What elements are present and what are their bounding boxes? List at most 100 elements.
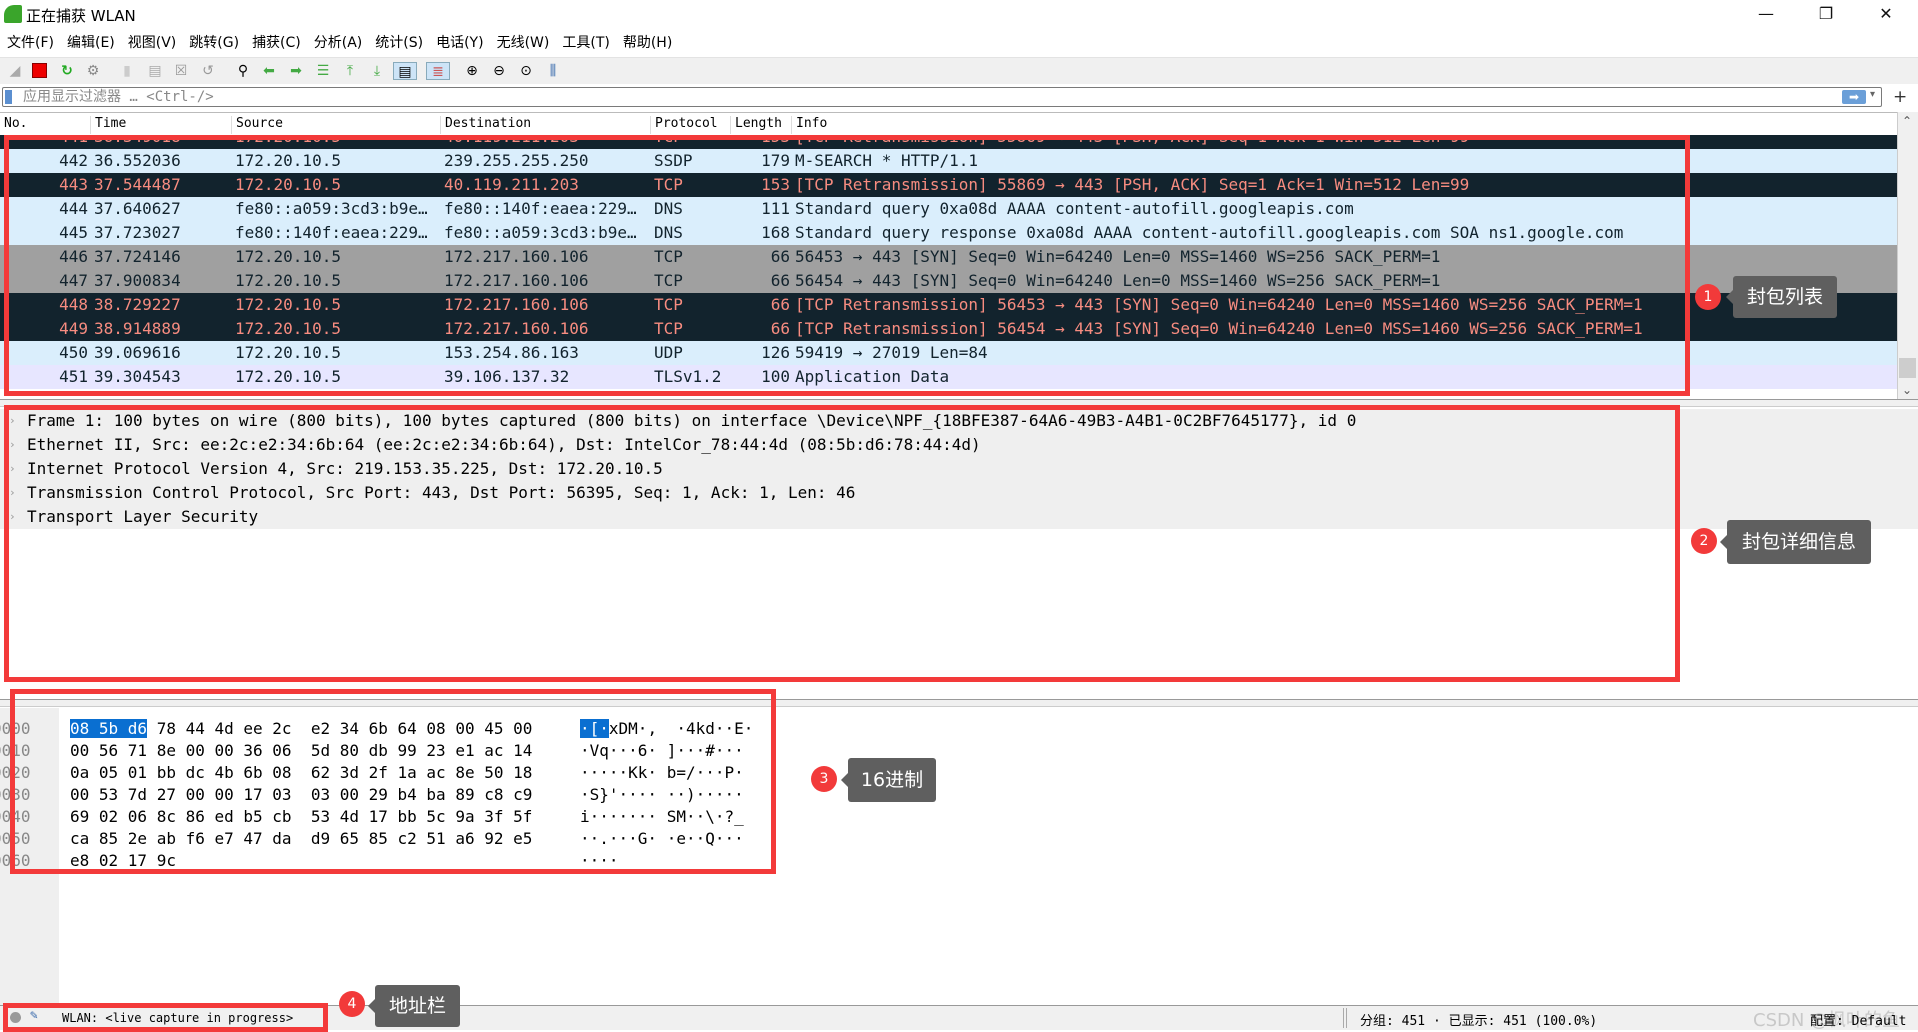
packet-row[interactable]: 443 37.544487 172.20.10.5 40.119.211.203 TCP… xyxy=(0,173,1897,197)
expand-arrow-icon[interactable]: › xyxy=(9,433,16,457)
scroll-up-icon[interactable]: ⌃ xyxy=(1902,114,1912,128)
scroll-down-icon[interactable]: ⌄ xyxy=(1902,383,1912,397)
column-destination[interactable]: Destination xyxy=(440,116,531,134)
save-file-icon[interactable]: ▤ xyxy=(146,62,164,80)
packet-row[interactable]: 446 37.724146 172.20.10.5 172.217.160.106 TC… xyxy=(0,245,1897,269)
detail-tree-item[interactable]: › Internet Protocol Version 4, Src: 219.1… xyxy=(0,457,1918,481)
first-packet-icon[interactable]: ⤒ xyxy=(341,62,359,80)
reload-icon[interactable]: ↺ xyxy=(199,62,217,80)
packet-row[interactable]: 445 37.723027 fe80::140f:eaea:229… fe80::a0… xyxy=(0,221,1897,245)
display-filter-input[interactable]: 应用显示过滤器 … <Ctrl-/> xyxy=(2,87,1882,107)
expand-arrow-icon[interactable]: › xyxy=(9,409,16,433)
menu-capture[interactable]: 捕获(C) xyxy=(252,30,301,56)
packet-row[interactable]: 451 39.304543 172.20.10.5 39.106.137.32 TLSv… xyxy=(0,365,1897,389)
column-source[interactable]: Source xyxy=(231,116,283,134)
capture-comment-icon[interactable]: ✎ xyxy=(30,1008,38,1023)
detail-tree-item[interactable]: › Ethernet II, Src: ee:2c:e2:34:6b:64 (ee… xyxy=(0,433,1918,457)
column-length[interactable]: Length xyxy=(730,116,782,134)
ascii-bytes[interactable]: ·[·xDM·, ·4kd··E· xyxy=(580,718,753,740)
selected-ascii[interactable]: ·[· xyxy=(580,719,609,738)
menu-view[interactable]: 视图(V) xyxy=(128,30,177,56)
profile-text[interactable]: 配置: Default xyxy=(1810,1010,1906,1029)
hex-bytes[interactable]: 08 5b d6 78 44 4d ee 2c e2 34 6b 64 08 0… xyxy=(70,718,532,740)
menu-tools[interactable]: 工具(T) xyxy=(562,30,609,56)
pane-splitter[interactable] xyxy=(0,399,1918,407)
menu-statistics[interactable]: 统计(S) xyxy=(375,30,423,56)
maximize-button[interactable]: ❐ xyxy=(1797,0,1855,28)
hex-offset: 0050 xyxy=(0,829,31,848)
column-no[interactable]: No. xyxy=(0,116,27,134)
hex-bytes[interactable]: e8 02 17 9c xyxy=(70,850,176,872)
packet-row[interactable]: 444 37.640627 fe80::a059:3cd3:b9e… fe80::14… xyxy=(0,197,1897,221)
hex-bytes[interactable]: 69 02 06 8c 86 ed b5 cb 53 4d 17 bb 5c 9… xyxy=(70,806,532,828)
packet-row[interactable]: 450 39.069616 172.20.10.5 153.254.86.163 UDP… xyxy=(0,341,1897,365)
hex-bytes[interactable]: 0a 05 01 bb dc 4b 6b 08 62 3d 2f 1a ac 8… xyxy=(70,762,532,784)
ascii-bytes[interactable]: ·····Kk· b=/···P· xyxy=(580,762,744,784)
ascii-bytes[interactable]: ·Vq···6· ]···#··· xyxy=(580,740,744,762)
close-file-icon[interactable]: ☒ xyxy=(172,62,190,80)
detail-tree-item[interactable]: › Frame 1: 100 bytes on wire (800 bits), … xyxy=(0,409,1918,433)
packet-no: 450 xyxy=(59,343,88,362)
capture-options-icon[interactable]: ⚙ xyxy=(84,62,102,80)
packet-row[interactable]: 449 38.914889 172.20.10.5 172.217.160.106 TC… xyxy=(0,317,1897,341)
column-protocol[interactable]: Protocol xyxy=(650,116,718,134)
add-filter-button[interactable]: + xyxy=(1893,87,1907,107)
packet-row[interactable]: 442 36.552036 172.20.10.5 239.255.255.250 SS… xyxy=(0,149,1897,173)
zoom-in-icon[interactable]: ⊕ xyxy=(463,62,481,80)
ascii-bytes[interactable]: ··.···G· ·e··Q··· xyxy=(580,828,744,850)
expand-arrow-icon[interactable]: › xyxy=(9,505,16,529)
detail-tree-item[interactable]: › Transport Layer Security xyxy=(0,505,1918,529)
expert-info-icon[interactable] xyxy=(10,1012,21,1023)
packet-length: 111 xyxy=(761,199,790,218)
shark-fin-icon[interactable]: ◢ xyxy=(6,62,24,80)
expand-arrow-icon[interactable]: › xyxy=(9,481,16,505)
stop-capture-icon[interactable] xyxy=(32,63,47,78)
menu-telephony[interactable]: 电话(Y) xyxy=(436,30,483,56)
column-time[interactable]: Time xyxy=(90,116,126,134)
packet-row[interactable]: 448 38.729227 172.20.10.5 172.217.160.106 TC… xyxy=(0,293,1897,317)
hex-bytes[interactable]: 00 53 7d 27 00 00 17 03 03 00 29 b4 ba 8… xyxy=(70,784,532,806)
resize-columns-icon[interactable]: ⫼ xyxy=(544,62,562,80)
menu-help[interactable]: 帮助(H) xyxy=(623,30,672,56)
filter-history-dropdown[interactable]: ▾ xyxy=(1870,89,1875,100)
ascii-bytes[interactable]: ···· xyxy=(580,850,619,872)
scrollbar-thumb[interactable] xyxy=(1899,358,1916,378)
pane-splitter[interactable] xyxy=(0,699,1918,707)
expand-arrow-icon[interactable]: › xyxy=(9,457,16,481)
selected-bytes[interactable]: 08 5b d6 xyxy=(70,719,148,738)
normal-size-icon[interactable]: ⊙ xyxy=(517,62,535,80)
menu-file[interactable]: 文件(F) xyxy=(7,30,54,56)
open-file-icon[interactable]: ▮ xyxy=(118,62,136,80)
menu-wireless[interactable]: 无线(W) xyxy=(497,30,550,56)
menu-edit[interactable]: 编辑(E) xyxy=(67,30,115,56)
hex-bytes[interactable]: 00 56 71 8e 00 00 36 06 5d 80 db 99 23 e… xyxy=(70,740,532,762)
menu-analyze[interactable]: 分析(A) xyxy=(314,30,363,56)
packet-list-scrollbar[interactable]: ⌃ ⌄ xyxy=(1897,112,1918,399)
last-packet-icon[interactable]: ⤓ xyxy=(368,62,386,80)
ascii-text: ··.···G· ·e··Q··· xyxy=(580,829,744,848)
menu-go[interactable]: 跳转(G) xyxy=(189,30,239,56)
packet-row[interactable]: 447 37.900834 172.20.10.5 172.217.160.106 TC… xyxy=(0,269,1897,293)
restart-capture-icon[interactable]: ↻ xyxy=(58,62,76,80)
bookmark-icon[interactable] xyxy=(5,90,12,104)
ascii-bytes[interactable]: ·S}'···· ··)····· xyxy=(580,784,744,806)
go-back-icon[interactable]: ⬅ xyxy=(260,62,278,80)
packet-row[interactable]: 441 36.349018 172.20.10.5 40.119.211.203 TCP… xyxy=(0,135,1897,149)
autoscroll-icon[interactable]: ▤ xyxy=(393,62,417,80)
go-to-packet-icon[interactable]: ☰ xyxy=(314,62,332,80)
status-divider xyxy=(1343,1008,1347,1028)
column-info[interactable]: Info xyxy=(791,116,827,134)
hex-row: 0010 00 56 71 8e 00 00 36 06 5d 80 db 99 … xyxy=(0,740,1918,762)
zoom-out-icon[interactable]: ⊖ xyxy=(490,62,508,80)
hex-bytes[interactable]: ca 85 2e ab f6 e7 47 da d9 65 85 c2 51 a… xyxy=(70,828,532,850)
go-forward-icon[interactable]: ➡ xyxy=(287,62,305,80)
minimize-button[interactable]: — xyxy=(1737,0,1795,28)
packet-destination: 172.217.160.106 xyxy=(444,247,589,266)
detail-tree-item[interactable]: › Transmission Control Protocol, Src Port… xyxy=(0,481,1918,505)
colorize-icon[interactable]: ≣ xyxy=(426,62,450,80)
find-packet-icon[interactable]: ⚲ xyxy=(234,62,252,80)
apply-filter-button[interactable]: ➡ xyxy=(1842,90,1866,104)
packet-list[interactable]: 441 36.349018 172.20.10.5 40.119.211.203 TCP… xyxy=(0,135,1897,397)
close-button[interactable]: ✕ xyxy=(1857,0,1915,28)
ascii-bytes[interactable]: i······· SM··\·?_ xyxy=(580,806,744,828)
